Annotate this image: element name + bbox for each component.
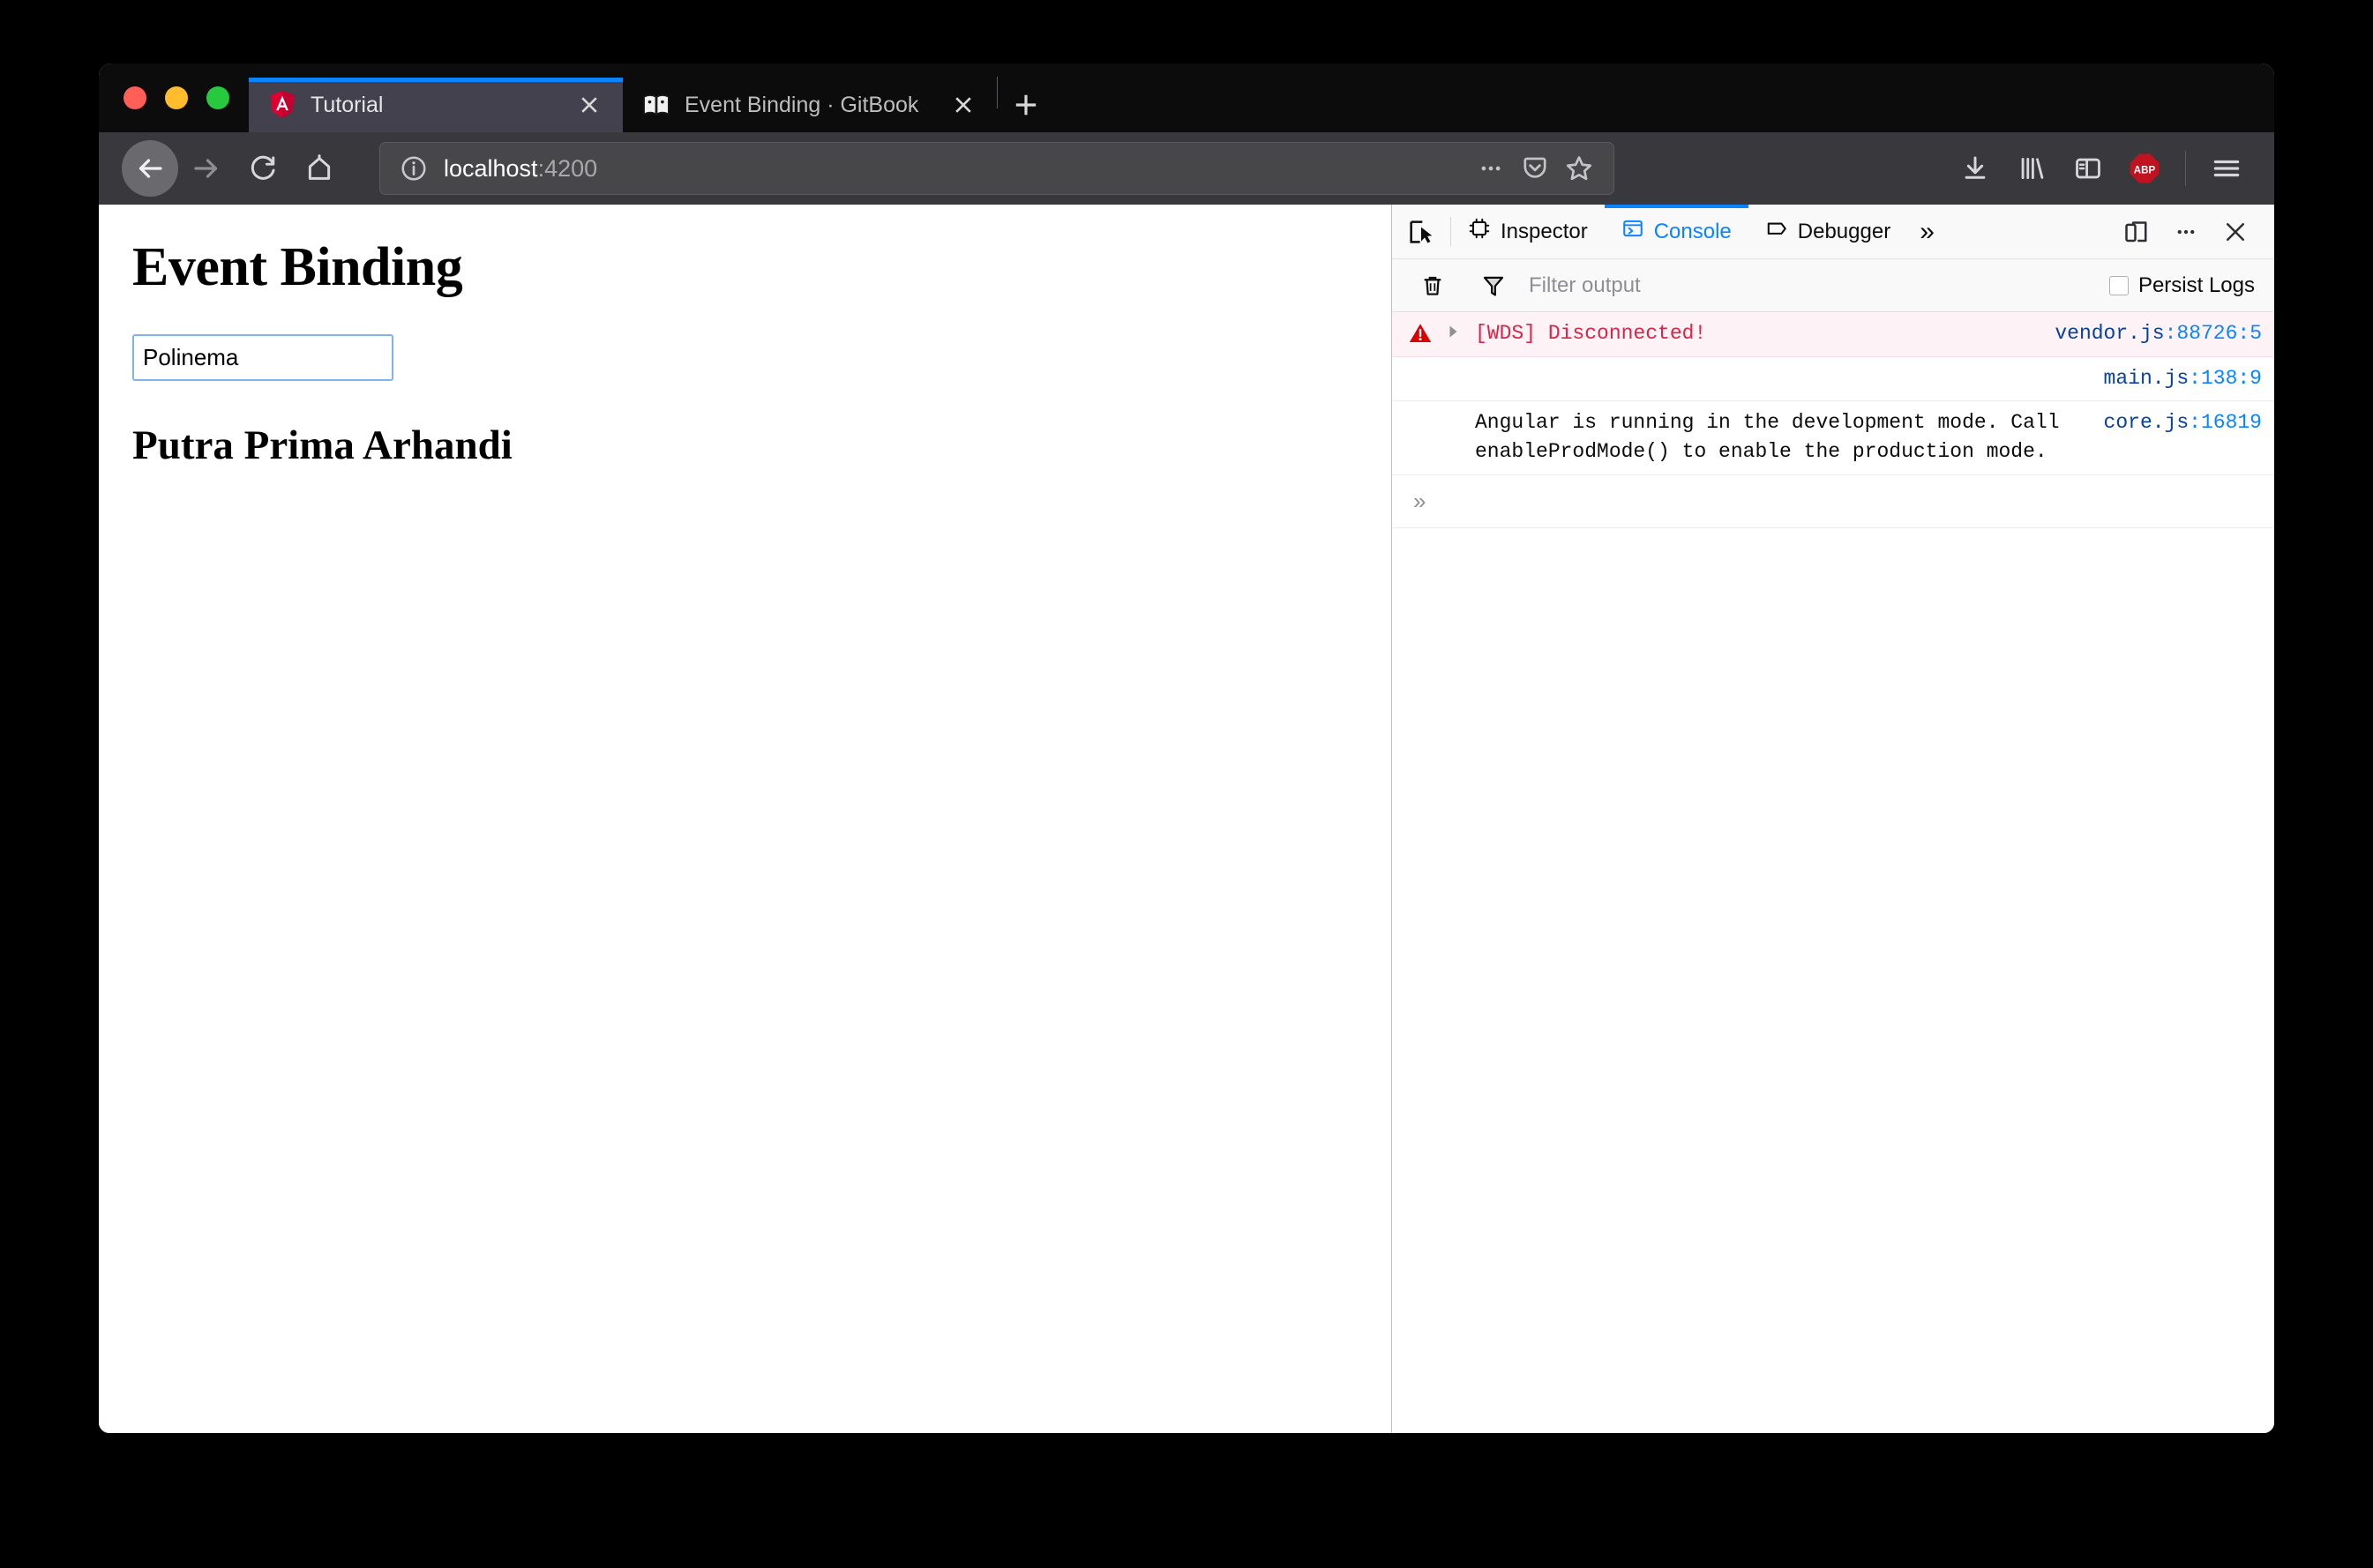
- devtools-actions: [2112, 205, 2274, 258]
- svg-text:ABP: ABP: [2134, 165, 2156, 175]
- console-message-text: Angular is running in the development mo…: [1475, 411, 2060, 463]
- zoom-window-button[interactable]: [206, 86, 229, 109]
- funnel-icon[interactable]: [1472, 265, 1515, 307]
- console-message-row[interactable]: Angular is running in the development mo…: [1392, 401, 2274, 475]
- tab-title: Tutorial: [311, 92, 384, 117]
- console-message-source[interactable]: main.js:138:9: [2083, 364, 2262, 393]
- source-file: vendor.js: [2055, 322, 2165, 345]
- console-filter-bar: Persist Logs: [1392, 259, 2274, 312]
- browser-tab-event-binding[interactable]: Event Binding · GitBook: [623, 78, 997, 132]
- content-area: Event Binding Putra Prima Arhandi Inspec…: [99, 205, 2274, 1433]
- minimize-window-button[interactable]: [165, 86, 188, 109]
- console-message-source[interactable]: vendor.js:88726:5: [2033, 319, 2262, 348]
- devtools-overflow-button[interactable]: »: [1907, 205, 1947, 258]
- trash-icon[interactable]: [1411, 265, 1454, 307]
- debugger-icon: [1765, 217, 1788, 246]
- source-position: :16819: [2189, 411, 2262, 435]
- gitbook-icon: [642, 91, 670, 119]
- tab-debugger[interactable]: Debugger: [1748, 205, 1907, 258]
- tab-label: Debugger: [1797, 219, 1891, 243]
- devtools-meatball-icon[interactable]: [2161, 207, 2211, 257]
- tab-console[interactable]: Console: [1604, 205, 1748, 258]
- adblock-plus-icon[interactable]: ABP: [2118, 142, 2171, 195]
- info-circle-icon[interactable]: [400, 154, 428, 183]
- new-tab-button[interactable]: [998, 78, 1054, 132]
- filter-input[interactable]: [1515, 273, 2109, 298]
- tab-label: Console: [1653, 219, 1732, 243]
- message-icon-placeholder: [1401, 408, 1440, 410]
- home-button[interactable]: [291, 140, 348, 197]
- hamburger-icon[interactable]: [2200, 142, 2253, 195]
- warning-triangle-icon: [1401, 319, 1440, 346]
- forward-button[interactable]: [178, 140, 235, 197]
- address-bar[interactable]: localhost:4200: [379, 142, 1614, 195]
- browser-window: Tutorial Event Binding · GitBook localho…: [99, 63, 2274, 1433]
- persist-logs-label: Persist Logs: [2137, 273, 2255, 297]
- persist-logs-checkbox[interactable]: [2108, 275, 2129, 295]
- toolbar-divider: [2185, 151, 2186, 186]
- navigation-toolbar: localhost:4200 ABP: [99, 132, 2274, 205]
- console-input-prompt[interactable]: »: [1392, 475, 2274, 528]
- tab-inspector[interactable]: Inspector: [1451, 205, 1605, 258]
- console-message-row[interactable]: main.js:138:9: [1392, 357, 2274, 402]
- close-window-button[interactable]: [124, 86, 146, 109]
- console-message-source[interactable]: core.js:16819: [2083, 408, 2262, 437]
- console-icon: [1621, 217, 1644, 246]
- source-file: main.js: [2103, 366, 2190, 390]
- expand-arrow-placeholder: [1440, 364, 1466, 368]
- expand-arrow-placeholder: [1440, 408, 1466, 412]
- element-picker-icon[interactable]: [1392, 205, 1450, 258]
- devtools-close-icon[interactable]: [2211, 207, 2260, 257]
- web-page-content: Event Binding Putra Prima Arhandi: [99, 205, 1391, 1433]
- pocket-icon[interactable]: [1513, 146, 1557, 190]
- tab-title: Event Binding · GitBook: [685, 92, 919, 117]
- download-icon[interactable]: [1949, 142, 2002, 195]
- library-icon[interactable]: [2005, 142, 2058, 195]
- persist-logs-toggle[interactable]: Persist Logs: [2108, 273, 2262, 298]
- tab-label: Inspector: [1501, 219, 1588, 243]
- page-subtitle: Putra Prima Arhandi: [132, 422, 513, 468]
- browser-tab-tutorial[interactable]: Tutorial: [249, 78, 623, 132]
- prompt-chevron-icon: »: [1413, 487, 1426, 514]
- source-position: :88726:5: [2164, 322, 2262, 345]
- console-message-text: [WDS] Disconnected!: [1475, 322, 1707, 345]
- source-position: :138:9: [2189, 366, 2262, 390]
- page-actions-ellipsis-icon[interactable]: [1469, 146, 1513, 190]
- window-controls: [99, 63, 249, 132]
- name-input[interactable]: [132, 334, 393, 381]
- url-host: localhost: [444, 154, 538, 182]
- devtools-toolbar: Inspector Console Debugger »: [1392, 205, 2274, 259]
- star-icon[interactable]: [1557, 146, 1601, 190]
- url-port: :4200: [537, 154, 598, 182]
- console-empty-area: [1392, 527, 2274, 1433]
- reload-button[interactable]: [235, 140, 291, 197]
- tab-close-button[interactable]: [946, 87, 981, 123]
- back-button[interactable]: [122, 140, 178, 197]
- inspector-icon: [1468, 217, 1491, 246]
- url-text: localhost:4200: [444, 155, 1469, 183]
- developer-tools-panel: Inspector Console Debugger » Filter outp…: [1391, 205, 2274, 1433]
- responsive-design-mode-icon[interactable]: [2112, 207, 2161, 257]
- console-output: [WDS] Disconnected! vendor.js:88726:5 ma…: [1392, 312, 2274, 1433]
- message-icon-placeholder: [1401, 364, 1440, 366]
- sidebar-icon[interactable]: [2062, 142, 2115, 195]
- tab-strip: Tutorial Event Binding · GitBook: [99, 63, 2274, 132]
- tab-close-button[interactable]: [572, 87, 607, 123]
- expand-arrow-icon[interactable]: [1440, 319, 1466, 340]
- page-title: Event Binding: [132, 237, 463, 297]
- browser-toolbar-actions: ABP: [1949, 142, 2258, 195]
- angular-icon: [268, 91, 296, 119]
- console-message-row[interactable]: [WDS] Disconnected! vendor.js:88726:5: [1392, 312, 2274, 357]
- source-file: core.js: [2103, 411, 2190, 435]
